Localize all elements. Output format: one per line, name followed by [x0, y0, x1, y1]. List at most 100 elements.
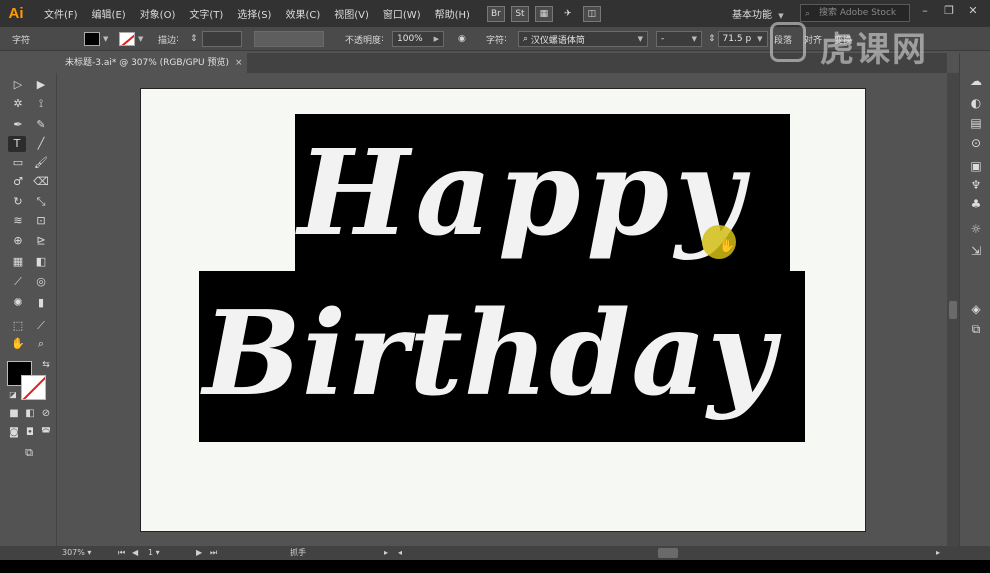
menu-view[interactable]: 视图(V): [327, 6, 376, 21]
opacity-input[interactable]: 100% ▶: [392, 27, 444, 51]
stock-button[interactable]: St: [510, 5, 529, 22]
selection-tool-icon[interactable]: ▷: [9, 77, 27, 93]
canvas[interactable]: Happy Birthday ✋: [57, 73, 947, 546]
line-tool-icon[interactable]: ╱: [32, 136, 50, 152]
bridge-button[interactable]: Br: [486, 5, 505, 22]
color-icon[interactable]: ◐: [968, 95, 984, 111]
perspective-grid-tool-icon[interactable]: ▦: [9, 254, 27, 270]
previous-artboard-icon[interactable]: ◀: [132, 546, 138, 560]
lasso-tool-icon[interactable]: ⟟: [32, 96, 50, 112]
font-style-field[interactable]: - ▼: [656, 31, 702, 47]
magic-wand-tool-icon[interactable]: ✲: [9, 96, 27, 112]
draw-inside-icon[interactable]: ◚: [37, 425, 55, 441]
align-link[interactable]: 对齐: [804, 27, 822, 51]
shaper-tool-icon[interactable]: ♂: [9, 174, 27, 190]
artwork-text-line1[interactable]: Happy: [298, 123, 744, 283]
warp-tool-icon[interactable]: ≋: [9, 213, 27, 229]
symbols-icon[interactable]: ♣: [968, 196, 984, 212]
arrange-documents-icon[interactable]: ▦: [534, 5, 553, 22]
menu-select[interactable]: 选择(S): [230, 6, 278, 21]
pen-tool-icon[interactable]: ✒: [9, 117, 27, 133]
menu-object[interactable]: 对象(O): [133, 6, 183, 21]
direct-selection-tool-icon[interactable]: ▶: [32, 77, 50, 93]
hand-tool-icon[interactable]: ✋: [9, 336, 27, 352]
swatches-icon[interactable]: ▤: [968, 115, 984, 131]
curvature-tool-icon[interactable]: ✎: [32, 117, 50, 133]
stroke-weight-stepper[interactable]: ⇕: [190, 27, 242, 51]
layers-icon[interactable]: ◈: [968, 301, 984, 317]
default-colors-icon[interactable]: ◪: [4, 387, 22, 403]
vertical-scrollbar-thumb[interactable]: [949, 301, 957, 319]
opacity-field[interactable]: 100% ▶: [392, 31, 444, 47]
artboard-tool-icon[interactable]: ⬚: [9, 318, 27, 334]
column-graph-tool-icon[interactable]: ▮: [32, 295, 50, 311]
close-window-icon[interactable]: ✕: [966, 4, 980, 18]
zoom-tool-icon[interactable]: ⌕: [32, 336, 50, 352]
first-artboard-icon[interactable]: ⏮: [118, 546, 125, 560]
scale-tool-icon[interactable]: ⤡: [32, 194, 50, 210]
stroke-label[interactable]: 描边:: [158, 27, 179, 51]
scroll-left-icon[interactable]: ◂: [398, 546, 402, 560]
shape-builder-tool-icon[interactable]: ⊕: [9, 233, 27, 249]
rectangle-tool-icon[interactable]: ▭: [9, 155, 27, 171]
gpu-performance-icon[interactable]: ◫: [582, 5, 601, 22]
rotate-tool-icon[interactable]: ↻: [9, 194, 27, 210]
document-tab[interactable]: 未标题-3.ai* @ 307% (RGB/GPU 预览) ×: [57, 53, 247, 73]
eraser-tool-icon[interactable]: ⌫: [32, 174, 50, 190]
stroke-swatch[interactable]: ▼: [119, 27, 143, 51]
none-mode-icon[interactable]: ⊘: [37, 406, 55, 422]
font-style-select[interactable]: - ▼: [656, 27, 702, 51]
font-family-field[interactable]: ⌕ 汉仪螺语体简 ▼: [518, 31, 648, 47]
horizontal-scrollbar-thumb[interactable]: [658, 548, 678, 558]
character-label[interactable]: 字符:: [486, 27, 507, 51]
recolor-icon[interactable]: ◉: [458, 27, 466, 51]
last-artboard-icon[interactable]: ⏭: [210, 546, 217, 560]
scroll-right-icon[interactable]: ▸: [936, 546, 940, 560]
close-tab-icon[interactable]: ×: [235, 53, 243, 73]
menu-help[interactable]: 帮助(H): [428, 6, 477, 21]
status-menu-icon[interactable]: ▸: [384, 546, 388, 560]
variable-width-profile[interactable]: [254, 27, 324, 51]
appearance-icon[interactable]: ☼: [968, 221, 984, 237]
gradient-tool-icon[interactable]: ◧: [32, 254, 50, 270]
menu-effect[interactable]: 效果(C): [278, 6, 327, 21]
menu-file[interactable]: 文件(F): [37, 6, 85, 21]
libraries-icon[interactable]: ☁: [968, 73, 984, 89]
properties-icon[interactable]: ⊙: [968, 135, 984, 151]
transform-link[interactable]: 变换: [834, 27, 852, 51]
symbol-sprayer-tool-icon[interactable]: ✺: [9, 295, 27, 311]
minimize-icon[interactable]: –: [918, 4, 932, 18]
artboards-icon[interactable]: ⧉: [968, 321, 984, 337]
artwork-text-line2[interactable]: Birthday: [203, 284, 803, 434]
screen-mode-icon[interactable]: ⧉: [20, 445, 38, 461]
zoom-level[interactable]: 307% ▾: [62, 546, 91, 560]
stroke-weight-field[interactable]: [201, 31, 242, 47]
free-transform-tool-icon[interactable]: ⊡: [32, 213, 50, 229]
eyedropper-tool-icon[interactable]: ⟋: [9, 274, 27, 290]
type-tool-icon[interactable]: T: [8, 136, 26, 152]
menu-window[interactable]: 窗口(W): [376, 6, 428, 21]
restore-icon[interactable]: ❐: [942, 4, 956, 18]
live-paint-tool-icon[interactable]: ⊵: [32, 233, 50, 249]
brushes-icon[interactable]: ♆: [968, 177, 984, 193]
stock-search-input[interactable]: ⌕ 搜索 Adobe Stock: [800, 4, 910, 22]
blend-tool-icon[interactable]: ◎: [32, 274, 50, 290]
artboard[interactable]: Happy Birthday ✋: [140, 88, 866, 532]
export-icon[interactable]: ⇲: [968, 243, 984, 259]
send-icon[interactable]: ✈: [559, 6, 577, 22]
next-artboard-icon[interactable]: ▶: [196, 546, 202, 560]
menu-edit[interactable]: 编辑(E): [85, 6, 133, 21]
slice-tool-icon[interactable]: ⟋: [32, 318, 50, 334]
paintbrush-tool-icon[interactable]: 🖌: [32, 155, 50, 171]
artboard-number[interactable]: 1 ▾: [148, 546, 160, 560]
stroke-color-swatch[interactable]: [21, 375, 46, 400]
opacity-label[interactable]: 不透明度:: [345, 27, 384, 51]
workspace-switcher[interactable]: 基本功能 ▼: [732, 6, 784, 21]
font-size-input[interactable]: ⇕ 71.5 p ▼: [708, 27, 768, 51]
width-profile-field[interactable]: [254, 31, 324, 47]
font-family-select[interactable]: ⌕ 汉仪螺语体简 ▼: [518, 27, 648, 51]
fill-swatch[interactable]: ▼: [84, 27, 108, 51]
swap-colors-icon[interactable]: ⇆: [37, 357, 55, 373]
font-size-field[interactable]: 71.5 p ▼: [717, 31, 768, 47]
image-trace-icon[interactable]: ▣: [968, 158, 984, 174]
